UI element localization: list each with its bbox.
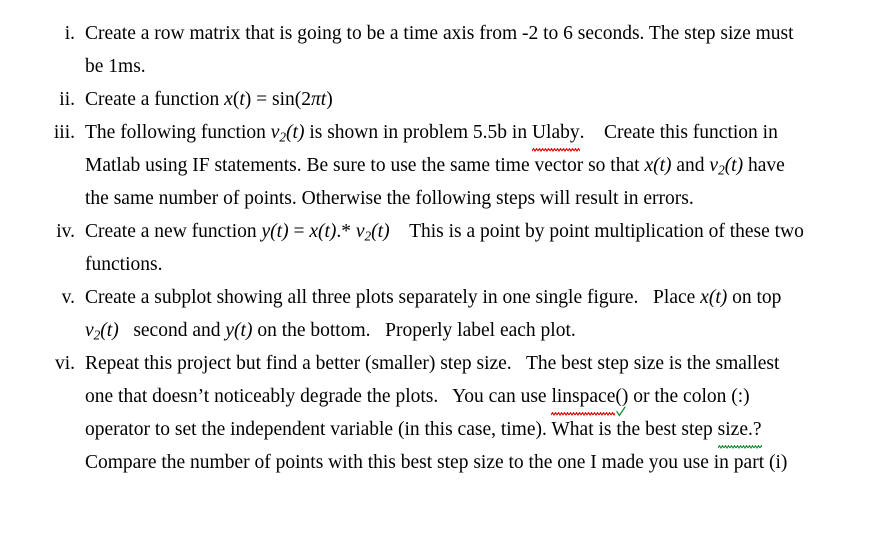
grammar-flagged-size-question[interactable]: size.?	[717, 413, 762, 449]
math-pi: π	[310, 89, 321, 110]
list-marker-iii: iii.	[53, 122, 75, 143]
list-item-i-text: Create a row matrix that is going to be …	[85, 17, 882, 83]
item-v-lead: Create a subplot showing all three plots…	[85, 287, 701, 308]
math-elementwise-multiply: .*	[336, 221, 352, 242]
equation-y-of-t-v: y(t)	[225, 320, 253, 341]
equation-x-of-t-sin: x(t) = sin(2πt)	[224, 89, 333, 110]
math-var-v-b: v	[709, 155, 719, 176]
item-ii-lead: Create a function	[85, 89, 225, 110]
math-arg-t: (t)	[286, 122, 305, 143]
equation-x-of-t-v: x(t)	[700, 287, 728, 308]
math-equals-iv: =	[288, 221, 310, 242]
equation-v2-of-t-b: v2(t)	[709, 155, 744, 178]
list-marker-iv: iv.	[56, 221, 75, 242]
math-arg-t-x: (t)	[317, 221, 337, 242]
math-equals: =	[251, 89, 272, 110]
item-iii-lead: The following function	[85, 122, 271, 143]
math-var-x-iv: x	[309, 221, 318, 242]
math-var-x: x	[224, 89, 233, 110]
list-item-i: i. Create a row matrix that is going to …	[0, 17, 882, 83]
list-marker-vi: vi.	[54, 353, 75, 374]
list-item-iii: iii. The following function v2(t) is sho…	[0, 116, 882, 215]
document-page: i. Create a row matrix that is going to …	[0, 0, 882, 548]
equation-v2-of-t-v: v2(t)	[85, 320, 119, 342]
item-iv-lead: Create a new function	[85, 221, 262, 242]
math-arg-t-vv: (t)	[100, 320, 119, 341]
item-vi-tail: Compare the number of points with this b…	[85, 452, 788, 473]
math-sin-open: sin(2	[271, 89, 311, 110]
math-subscript-2-b: 2	[718, 162, 725, 178]
item-iii-mid3: and	[671, 155, 710, 176]
list-item-ii: ii. Create a function x(t) = sin(2πt)	[0, 83, 882, 116]
equation-v2-of-t-a: v2(t)	[271, 122, 305, 144]
list-marker-i: i.	[64, 23, 75, 44]
list-item-iii-text: The following function v2(t) is shown in…	[85, 116, 882, 215]
list-item-iv-text: Create a new function y(t) = x(t).* v2(t…	[85, 215, 882, 281]
list-marker-v: v.	[61, 287, 75, 308]
list-marker-ii: ii.	[59, 89, 75, 110]
misspelled-word-ulaby[interactable]: Ulaby	[531, 116, 580, 152]
equation-x-of-t-b: x(t)	[644, 155, 672, 176]
list-item-ii-text: Create a function x(t) = sin(2πt)	[85, 83, 882, 116]
list-item-v-text: Create a subplot showing all three plots…	[85, 281, 882, 347]
equation-y-equals-x-times-v2: y(t) = x(t).* v2(t)	[261, 221, 390, 243]
math-arg-t-b: (t)	[724, 155, 744, 176]
item-iii-mid1: is shown in problem 5.5b in	[304, 122, 532, 143]
math-var-v-v: v	[85, 320, 94, 341]
item-v-tail: on the bottom. Properly label each plot.	[252, 320, 576, 341]
list-item-v: v. Create a subplot showing all three pl…	[0, 281, 882, 347]
item-v-mid1: on top	[727, 287, 782, 308]
math-sin-close: )	[326, 89, 333, 110]
math-arg-t-y: (t)	[270, 221, 289, 242]
instruction-list: i. Create a row matrix that is going to …	[0, 17, 882, 479]
item-i-sentence: Create a row matrix that is going to be …	[85, 23, 794, 77]
list-item-vi: vi. Repeat this project but find a bette…	[0, 347, 882, 479]
math-arg-t-v: (t)	[371, 221, 390, 242]
list-item-iv: iv. Create a new function y(t) = x(t).* …	[0, 215, 882, 281]
misspelled-word-linspace[interactable]: linspace	[551, 380, 615, 416]
item-v-mid2: second and	[118, 320, 226, 341]
math-var-v-iv: v	[355, 221, 365, 242]
list-item-vi-text: Repeat this project but find a better (s…	[85, 347, 882, 479]
math-var-y: y	[261, 221, 271, 242]
grammar-tick-icon[interactable]: ()	[615, 380, 628, 417]
